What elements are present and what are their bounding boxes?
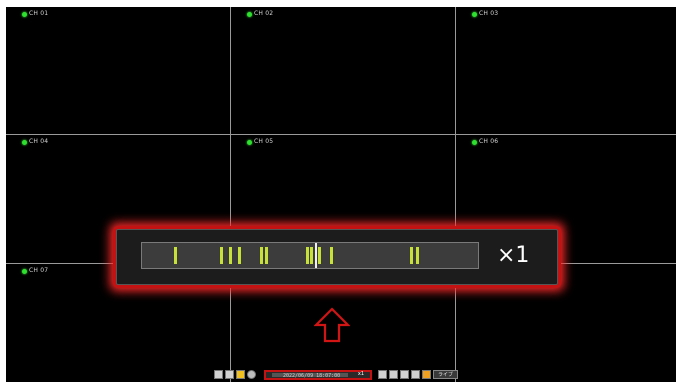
channel-label-text: CH 04 bbox=[29, 138, 49, 145]
step-forward-button[interactable] bbox=[411, 370, 420, 379]
channel-label: CH 01 bbox=[22, 10, 48, 18]
recording-marker bbox=[410, 247, 413, 264]
recording-marker bbox=[310, 247, 313, 264]
step-back-button[interactable] bbox=[389, 370, 398, 379]
up-arrow-icon bbox=[314, 307, 350, 343]
camera-cell-ch02[interactable]: CH 02 bbox=[231, 7, 455, 134]
camera-cell-ch03[interactable]: CH 03 bbox=[456, 7, 676, 134]
recording-marker bbox=[238, 247, 241, 264]
pause-button[interactable] bbox=[400, 370, 409, 379]
channel-label: CH 06 bbox=[472, 138, 498, 146]
status-dot-icon bbox=[247, 139, 252, 145]
status-dot-icon bbox=[472, 139, 477, 145]
recording-marker bbox=[174, 247, 177, 264]
channel-label: CH 03 bbox=[472, 10, 498, 18]
channel-label: CH 02 bbox=[247, 10, 273, 18]
layout-single-button[interactable] bbox=[214, 370, 223, 379]
playback-datetime: 2022/06/09 18:07:00 bbox=[283, 373, 341, 379]
channel-label-text: CH 03 bbox=[479, 10, 499, 17]
recording-marker bbox=[220, 247, 223, 264]
channel-label-text: CH 05 bbox=[254, 138, 274, 145]
camera-cell-ch01[interactable]: CH 01 bbox=[6, 7, 230, 134]
recording-marker bbox=[229, 247, 232, 264]
zoomed-timeline-callout: ×1 bbox=[116, 229, 558, 285]
playback-position-cursor bbox=[315, 243, 317, 268]
live-button[interactable]: ライブ bbox=[433, 370, 459, 379]
recording-marker bbox=[260, 247, 263, 264]
layout-quad-button[interactable] bbox=[225, 370, 234, 379]
zoomed-speed-label: ×1 bbox=[497, 243, 530, 268]
screenshot-stage: CH 01 CH 02 CH 03 CH 04 CH 05 CH 06 CH 0… bbox=[0, 0, 676, 382]
status-dot-icon bbox=[22, 139, 27, 145]
recording-marker bbox=[306, 247, 309, 264]
recording-marker bbox=[416, 247, 419, 264]
channel-label-text: CH 02 bbox=[254, 10, 274, 17]
playback-toolbar: x1 ライブ bbox=[214, 369, 497, 380]
channel-label: CH 04 bbox=[22, 138, 48, 146]
status-dot-icon bbox=[247, 11, 252, 17]
magnifier-icon[interactable] bbox=[247, 370, 256, 379]
rewind-button[interactable] bbox=[378, 370, 387, 379]
status-dot-icon bbox=[22, 268, 27, 274]
recording-marker bbox=[330, 247, 333, 264]
channel-label-text: CH 01 bbox=[29, 10, 49, 17]
channel-label: CH 05 bbox=[247, 138, 273, 146]
layout-nine-button[interactable] bbox=[236, 370, 245, 379]
status-dot-icon bbox=[472, 11, 477, 17]
recording-marker bbox=[318, 247, 321, 264]
channel-label: CH 07 bbox=[22, 267, 48, 275]
channel-label-text: CH 07 bbox=[29, 267, 49, 274]
status-dot-icon bbox=[22, 11, 27, 17]
recording-marker bbox=[265, 247, 268, 264]
channel-label-text: CH 06 bbox=[479, 138, 499, 145]
zoomed-timeline-track bbox=[141, 242, 479, 269]
play-button[interactable] bbox=[422, 370, 431, 379]
playback-speed-label: x1 bbox=[357, 370, 364, 377]
